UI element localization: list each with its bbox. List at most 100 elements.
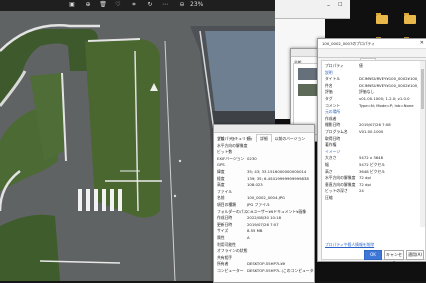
- zoom-in-icon[interactable]: ⊕: [84, 1, 92, 9]
- window-title: 100_0002_0007のプロパティ: [322, 41, 375, 46]
- property-list: プロパティ 値水平方向の解像度 ビット数 EXIFバージョン 0230 GPS 緯度 35; …: [214, 136, 314, 282]
- property-label: 元の場所: [325, 109, 341, 115]
- scrollbar-thumb[interactable]: [421, 69, 424, 109]
- property-label: 所有者: [217, 261, 229, 267]
- property-value: DESKTOP-55HP7L (このコンピューター): [247, 268, 314, 273]
- viewer-toolbar: ▣ ⊕ 🗑 ♡ ⌗ ↻ ⋯ ⊖ 23%: [0, 0, 275, 11]
- zoom-level: 23%: [190, 1, 204, 8]
- crop-icon[interactable]: ⌗: [130, 1, 138, 9]
- property-value: 値: [247, 136, 251, 141]
- property-label: 名前: [217, 195, 225, 201]
- property-label: 評価: [325, 89, 333, 95]
- property-label: プロパティ: [325, 63, 344, 68]
- property-value: 72 dpi: [359, 181, 371, 187]
- property-label: 項目の種類: [217, 202, 236, 207]
- property-label: 圧縮: [325, 195, 333, 200]
- property-label: ビットの深さ: [325, 188, 348, 194]
- property-value: DCIM¥SURVEY¥100_0002¥100_0002_0007: [359, 82, 418, 88]
- property-value: v01.00.1000; 1.2.0; v1.0.0: [359, 96, 410, 101]
- scrollbar[interactable]: [420, 61, 425, 227]
- property-label: 水平方向の解像度: [325, 175, 356, 181]
- property-label: 大きさ: [325, 155, 337, 161]
- property-label: 更新日時: [217, 221, 233, 227]
- property-label: ビット数: [217, 149, 233, 155]
- property-label: ファイル: [217, 188, 233, 194]
- property-label: オフラインの状態: [217, 248, 248, 254]
- property-label: 説明: [325, 69, 333, 75]
- property-value: 24: [359, 188, 364, 194]
- property-value: 評価なし: [359, 89, 375, 95]
- property-value: 35; 43; 33.1516000000000014: [247, 169, 307, 174]
- folder-icon[interactable]: [404, 13, 416, 24]
- property-label: 作成日時: [217, 215, 233, 221]
- explorer-window-header: – ☐: [275, 0, 350, 19]
- property-value: 2019/07/26 7:07: [247, 221, 279, 227]
- property-value: V01.00.1000: [359, 129, 384, 134]
- property-label: GPS: [217, 162, 225, 168]
- property-label: 著作権: [325, 142, 337, 148]
- property-label: 属性: [217, 235, 225, 240]
- tab-bar: 全般セキュリティ詳細以前のバージョン: [318, 49, 426, 66]
- property-value: 100_0002_0004.JPG: [247, 195, 285, 201]
- title-bar: 100_0002_0007のプロパティ ✕: [318, 39, 426, 49]
- property-label: 利用可能性: [217, 241, 236, 247]
- apply-button[interactable]: 適用(A): [406, 250, 424, 260]
- property-label: コメント: [325, 102, 341, 108]
- maximize-icon[interactable]: ☐: [338, 2, 342, 8]
- property-value: JPG ファイル: [247, 202, 270, 207]
- remove-properties-link[interactable]: プロパティや個人情報を削除: [325, 242, 374, 247]
- property-value: DCIM¥SURVEY¥100_0002¥100_0002_0007: [359, 76, 418, 82]
- property-value: 139; 35; 6.45419999999999838: [247, 175, 309, 181]
- property-value: 2022/08/30 10:18: [247, 215, 282, 221]
- zoom-out-icon[interactable]: ⊖: [178, 1, 186, 9]
- property-label: コンピューター: [217, 268, 244, 273]
- property-value: 値: [359, 63, 363, 68]
- property-value: A: [247, 235, 250, 240]
- property-label: プロパティ: [217, 136, 236, 141]
- property-label: 緯度: [217, 169, 225, 174]
- rotate-icon[interactable]: ↻: [146, 1, 154, 9]
- ok-button[interactable]: OK: [364, 250, 382, 260]
- property-value: C:¥ユーザー¥¥ドキュメント¥画像: [247, 208, 307, 214]
- property-list: プロパティ 値説明タイトル DCIM¥SURVEY¥100_0002¥100_000…: [322, 63, 418, 229]
- property-label: 作成者: [325, 115, 337, 121]
- tab-bar: 全般セキュリティ詳細以前のバージョン: [214, 125, 314, 142]
- property-panel: プロパティ 値説明タイトル DCIM¥SURVEY¥100_0002¥100_000…: [321, 60, 426, 260]
- property-value: 72 dpi: [359, 175, 371, 181]
- close-icon[interactable]: ✕: [420, 40, 424, 46]
- properties-window-front: 100_0002_0007のプロパティ ✕ 全般セキュリティ詳細以前のバージョン…: [317, 38, 426, 265]
- property-label: フォルダーのパス: [217, 208, 248, 214]
- cancel-button[interactable]: キャンセル: [384, 250, 404, 265]
- property-value: 5472 x 3648: [359, 155, 383, 161]
- property-label: 幅: [325, 162, 329, 167]
- property-label: サイズ: [217, 228, 229, 234]
- image-icon[interactable]: ▣: [68, 1, 76, 9]
- folder-icon[interactable]: [376, 13, 388, 24]
- property-label: 高さ: [325, 168, 333, 174]
- property-value: 2019/07/26 7:08: [359, 122, 391, 128]
- heart-icon[interactable]: ♡: [114, 1, 122, 9]
- property-label: 取得日時: [325, 135, 341, 141]
- property-label: タイトル: [325, 76, 341, 82]
- property-label: 水平方向の解像度: [217, 142, 248, 148]
- minimize-icon[interactable]: –: [327, 2, 330, 9]
- property-value: 5472 ピクセル: [359, 162, 386, 167]
- property-label: プログラム名: [325, 129, 348, 134]
- property-label: 件名: [325, 82, 333, 88]
- property-label: イメージ: [325, 148, 341, 154]
- property-value: 8.55 MB: [247, 228, 263, 234]
- property-label: EXIFバージョン: [217, 155, 245, 161]
- property-value: DESKTOP-55HP7L¥¥: [247, 261, 286, 267]
- property-label: 経度: [217, 175, 225, 181]
- property-value: 0230: [247, 155, 257, 161]
- property-label: 高度: [217, 182, 225, 188]
- property-label: 共有相手: [217, 254, 233, 260]
- property-label: タグ: [325, 96, 333, 101]
- property-value: 108.023: [247, 182, 263, 188]
- delete-icon[interactable]: 🗑: [99, 1, 107, 9]
- property-value: Type=N; Mode=P; Inb=None: [359, 102, 414, 108]
- more-icon[interactable]: ⋯: [161, 1, 169, 9]
- properties-window-back: 全般 セキュリティ 詳細 以前のバージョン プロパティ 値水平方向の解像度 ビット数 EXI…: [213, 124, 315, 283]
- property-label: 撮影日時: [325, 122, 341, 128]
- property-value: 3648 ピクセル: [359, 168, 386, 174]
